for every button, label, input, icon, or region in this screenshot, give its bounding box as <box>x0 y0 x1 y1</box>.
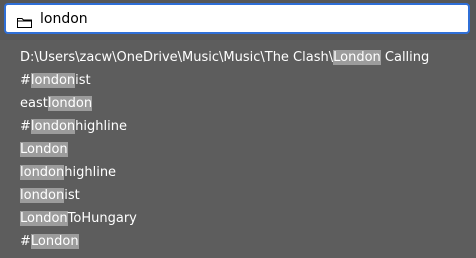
result-text-suffix: ist <box>75 73 91 88</box>
result-text-suffix: highline <box>64 165 117 180</box>
result-text-suffix: ToHungary <box>67 211 137 226</box>
result-text-prefix: east <box>20 96 48 111</box>
result-text-suffix: Calling <box>380 50 430 65</box>
result-item[interactable]: D:\Users\zacw\OneDrive\Music\Music\The C… <box>0 46 476 69</box>
result-text-suffix: ist <box>64 188 80 203</box>
result-item[interactable]: #londonhighline <box>0 115 476 138</box>
result-match-highlight: London <box>30 234 79 249</box>
result-text-prefix: # <box>20 73 31 88</box>
result-match-highlight: london <box>47 96 93 111</box>
result-text-suffix: highline <box>75 119 127 134</box>
result-item[interactable]: London <box>0 138 476 161</box>
result-match-highlight: london <box>30 119 76 134</box>
result-item[interactable]: #londonist <box>0 69 476 92</box>
result-match-highlight: London <box>20 142 68 157</box>
result-item[interactable]: londonist <box>0 184 476 207</box>
result-text-prefix: D:\Users\zacw\OneDrive\Music\Music\The C… <box>20 50 334 65</box>
folder-icon <box>17 13 32 28</box>
result-text-prefix: # <box>20 119 31 134</box>
result-item[interactable]: londonhighline <box>0 161 476 184</box>
result-match-highlight: london <box>20 165 65 180</box>
result-item[interactable]: LondonToHungary <box>0 207 476 230</box>
result-text-prefix: # <box>20 234 31 249</box>
result-match-highlight: London <box>333 50 381 65</box>
result-match-highlight: london <box>20 188 65 203</box>
result-match-highlight: London <box>20 211 68 226</box>
search-input[interactable] <box>40 7 460 31</box>
results-scrollbar[interactable] <box>470 40 476 258</box>
search-box[interactable] <box>4 3 470 34</box>
launcher-window: D:\Users\zacw\OneDrive\Music\Music\The C… <box>0 0 476 258</box>
results-list: D:\Users\zacw\OneDrive\Music\Music\The C… <box>0 46 476 253</box>
result-item[interactable]: #London <box>0 230 476 253</box>
result-item[interactable]: eastlondon <box>0 92 476 115</box>
result-match-highlight: london <box>30 73 76 88</box>
